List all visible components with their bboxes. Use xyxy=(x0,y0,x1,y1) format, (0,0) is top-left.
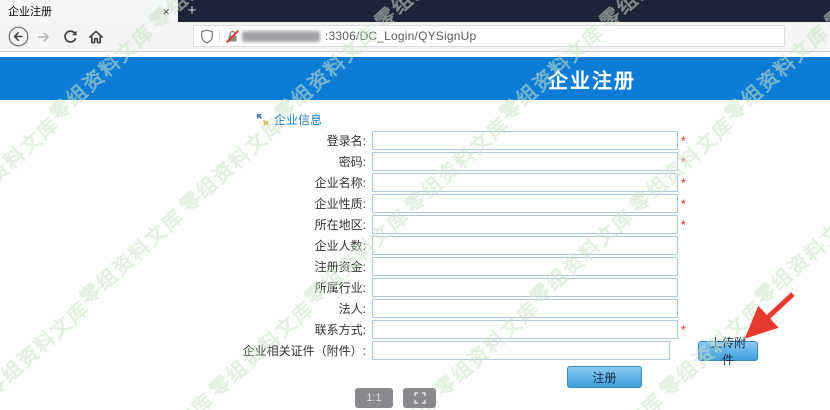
input-registered-capital[interactable] xyxy=(372,257,678,276)
input-legal-person[interactable] xyxy=(372,299,678,318)
home-button[interactable] xyxy=(84,25,108,49)
required-asterisk: * xyxy=(681,178,686,188)
input-attachment[interactable] xyxy=(372,341,670,360)
section-arrows-icon xyxy=(256,113,269,126)
section-link-company-info[interactable]: 企业信息 xyxy=(274,111,322,128)
form-row-industry: 所属行业: xyxy=(150,278,758,297)
field-label-registered-capital: 注册资金: xyxy=(150,258,372,275)
field-label-password: 密码: xyxy=(150,153,372,170)
form-row-legal-person: 法人: xyxy=(150,299,758,318)
section-header: 企业信息 xyxy=(256,111,322,128)
field-label-company-nature: 企业性质: xyxy=(150,195,372,212)
input-password[interactable] xyxy=(372,152,678,171)
form-row-company-nature: 企业性质: * xyxy=(150,194,758,213)
field-label-contact: 联系方式: xyxy=(150,321,372,338)
back-button[interactable] xyxy=(6,25,30,49)
home-icon xyxy=(87,28,105,46)
required-asterisk: * xyxy=(681,199,686,209)
register-button[interactable]: 注册 xyxy=(567,366,642,388)
navigation-toolbar: :3306/DC_Login/QYSignUp xyxy=(0,22,830,52)
form-row-attachment: 企业相关证件（附件）: 上传附件 xyxy=(150,341,758,360)
registration-form: 登录名: * 密码: * 企业名称: * 企业性质: * 所在地区: * 企业人数: 注册资金: 所属行… xyxy=(150,131,758,388)
field-label-region: 所在地区: xyxy=(150,216,372,233)
input-company-name[interactable] xyxy=(372,173,678,192)
required-asterisk: * xyxy=(681,136,686,146)
form-row-login-name: 登录名: * xyxy=(150,131,758,150)
zoom-actual-size-button[interactable]: 1:1 xyxy=(355,388,393,408)
fit-to-screen-button[interactable] xyxy=(403,388,436,408)
url-text: :3306/DC_Login/QYSignUp xyxy=(325,29,476,43)
redacted-host xyxy=(242,31,320,42)
field-label-industry: 所属行业: xyxy=(150,279,372,296)
shield-icon xyxy=(200,29,214,44)
upload-attachment-button[interactable]: 上传附件 xyxy=(698,341,758,361)
input-employee-count[interactable] xyxy=(372,236,678,255)
form-row-contact: 联系方式: * xyxy=(150,320,758,339)
url-separator xyxy=(219,29,220,43)
required-asterisk: * xyxy=(681,220,686,230)
tab-title: 企业注册 xyxy=(8,3,156,19)
tab-close-icon[interactable]: × xyxy=(162,5,170,18)
reload-icon xyxy=(62,28,79,45)
tab-bar: 企业注册 × + xyxy=(0,0,830,22)
page-content: 企业信息 登录名: * 密码: * 企业名称: * 企业性质: * 所在地区: * 企业人数: 注册资… xyxy=(0,100,830,410)
form-row-region: 所在地区: * xyxy=(150,215,758,234)
url-bar[interactable]: :3306/DC_Login/QYSignUp xyxy=(193,25,785,47)
required-asterisk: * xyxy=(681,157,686,167)
field-label-employee-count: 企业人数: xyxy=(150,237,372,254)
browser-tab[interactable]: 企业注册 × xyxy=(0,0,178,22)
back-icon xyxy=(8,26,29,47)
field-label-company-name: 企业名称: xyxy=(150,174,372,191)
field-label-login-name: 登录名: xyxy=(150,132,372,149)
form-row-registered-capital: 注册资金: xyxy=(150,257,758,276)
form-row-company-name: 企业名称: * xyxy=(150,173,758,192)
field-label-legal-person: 法人: xyxy=(150,300,372,317)
required-asterisk: * xyxy=(681,325,686,335)
form-row-employee-count: 企业人数: xyxy=(150,236,758,255)
insecure-lock-icon xyxy=(225,29,240,44)
input-region[interactable] xyxy=(372,215,678,234)
input-industry[interactable] xyxy=(372,278,678,297)
input-company-nature[interactable] xyxy=(372,194,678,213)
input-login-name[interactable] xyxy=(372,131,678,150)
field-label-attachment: 企业相关证件（附件）: xyxy=(150,342,372,359)
page-banner: 企业注册 xyxy=(0,57,830,100)
fit-screen-icon xyxy=(414,392,426,404)
form-row-password: 密码: * xyxy=(150,152,758,171)
forward-icon xyxy=(35,28,53,46)
page-title: 企业注册 xyxy=(548,64,636,93)
forward-button[interactable] xyxy=(32,25,56,49)
new-tab-button[interactable]: + xyxy=(178,0,206,22)
reload-button[interactable] xyxy=(58,25,82,49)
input-contact[interactable] xyxy=(372,320,678,339)
viewer-controls: 1:1 xyxy=(355,388,436,408)
